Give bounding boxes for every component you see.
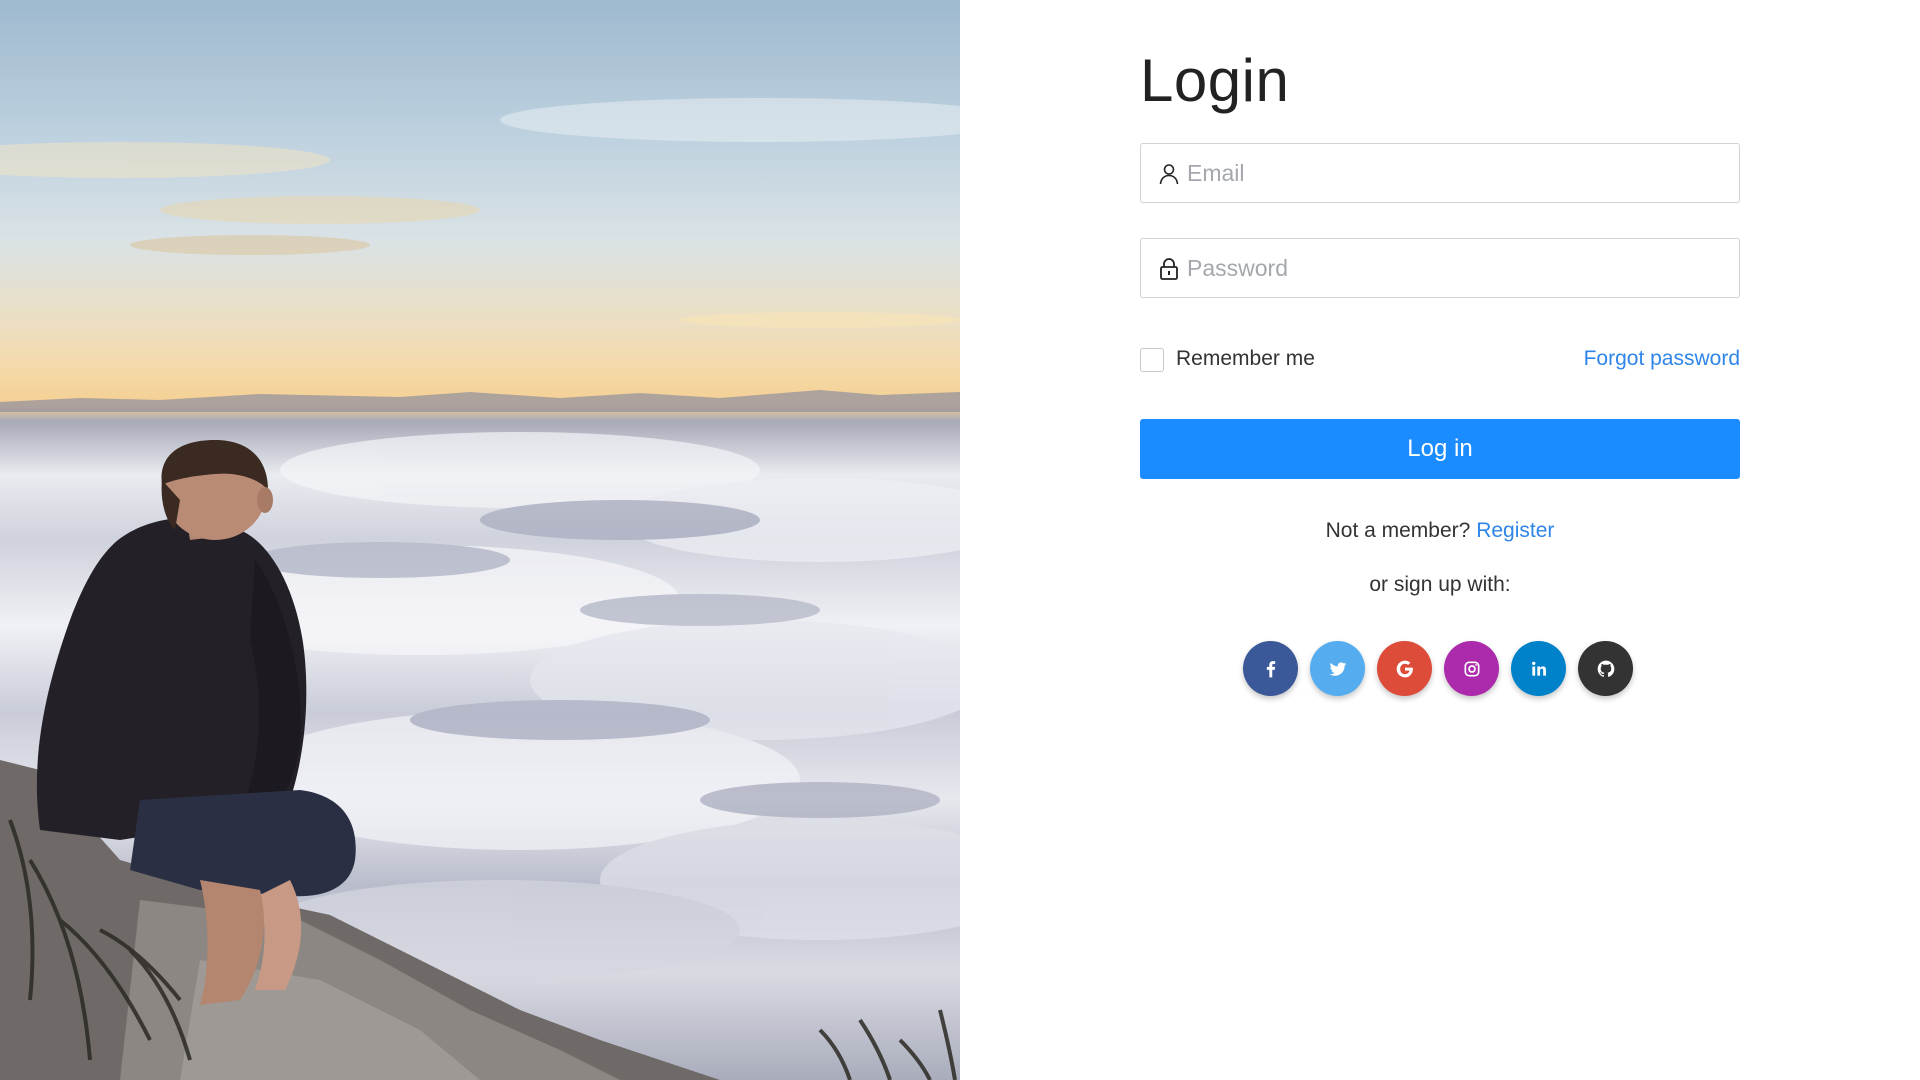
hero-illustration <box>0 98 960 1080</box>
hero-image <box>0 0 960 1080</box>
linkedin-icon <box>1531 661 1546 676</box>
google-button[interactable] <box>1377 641 1432 696</box>
password-field[interactable] <box>1140 238 1740 298</box>
facebook-icon <box>1266 660 1275 677</box>
email-input[interactable] <box>1187 144 1727 202</box>
facebook-button[interactable] <box>1243 641 1298 696</box>
instagram-button[interactable] <box>1444 641 1499 696</box>
remember-label[interactable]: Remember me <box>1176 347 1315 371</box>
login-page: Login Remember me Forgot password Log in… <box>0 0 1920 1080</box>
signup-text: or sign up with: <box>1369 573 1511 596</box>
member-text: Not a member? <box>1325 519 1471 542</box>
twitter-button[interactable] <box>1310 641 1365 696</box>
github-icon <box>1597 660 1614 677</box>
sky-clouds <box>0 98 960 328</box>
user-icon <box>1159 164 1179 185</box>
linkedin-button[interactable] <box>1511 641 1566 696</box>
remember-row: Remember me Forgot password <box>1140 345 1740 375</box>
social-buttons <box>1243 641 1633 697</box>
lock-icon <box>1160 258 1178 280</box>
password-input[interactable] <box>1187 239 1727 297</box>
instagram-icon <box>1464 661 1479 676</box>
github-button[interactable] <box>1578 641 1633 696</box>
register-prompt: Not a member? Register <box>1140 519 1740 543</box>
page-title: Login <box>1140 47 1290 114</box>
register-link[interactable]: Register <box>1476 519 1554 542</box>
forgot-password-link[interactable]: Forgot password <box>1584 347 1740 371</box>
mountain-ridge <box>0 390 960 412</box>
remember-checkbox[interactable] <box>1140 348 1164 372</box>
login-button[interactable]: Log in <box>1140 419 1740 479</box>
twitter-icon <box>1329 661 1346 676</box>
email-field[interactable] <box>1140 143 1740 203</box>
google-icon <box>1396 660 1413 677</box>
